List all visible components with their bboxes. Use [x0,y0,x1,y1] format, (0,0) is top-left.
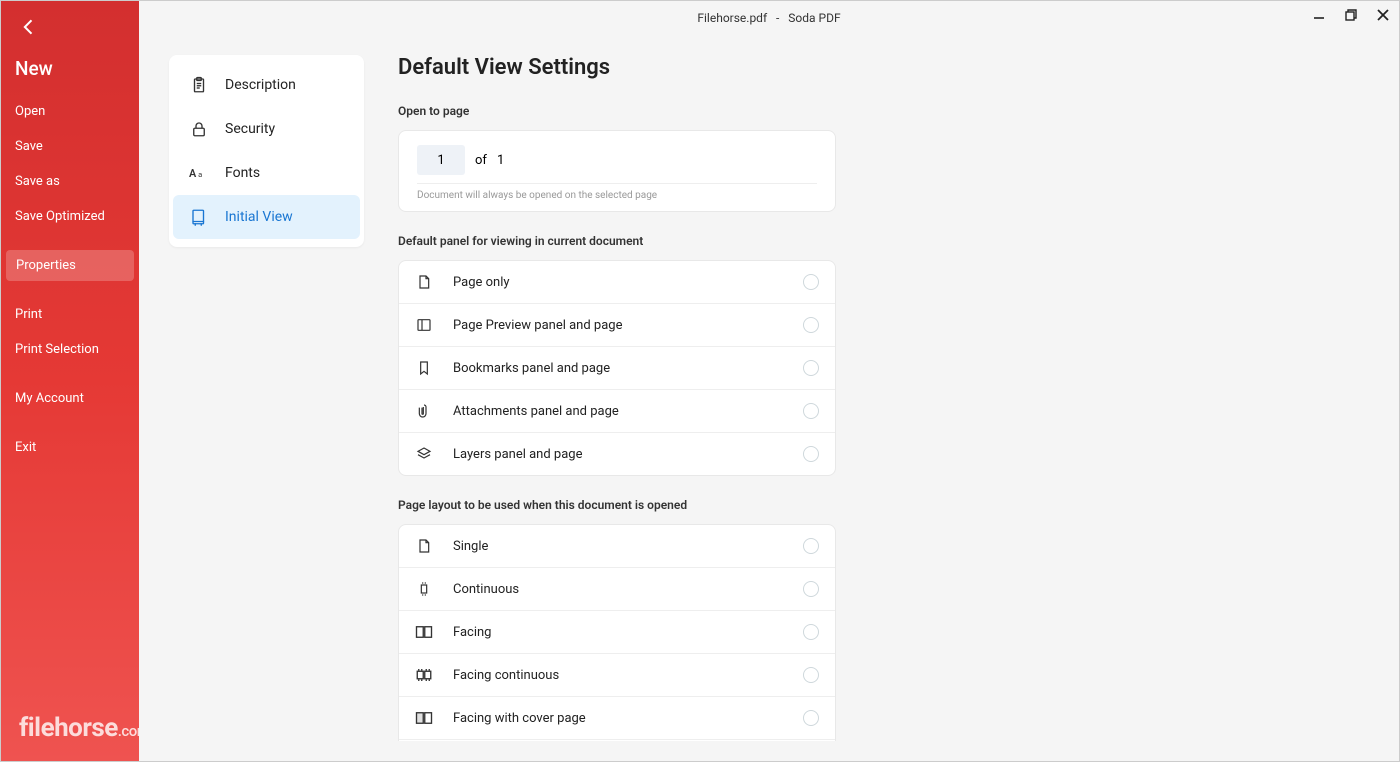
option-attachments[interactable]: Attachments panel and page [399,390,835,433]
bookmark-icon [415,359,433,377]
watermark: filehorse.com [19,713,149,743]
nav-label: Fonts [225,165,260,181]
sidebar-item-new[interactable]: New [1,51,139,94]
option-label: Facing with cover page [453,711,783,726]
back-button[interactable] [15,13,43,41]
option-page-preview[interactable]: Page Preview panel and page [399,304,835,347]
layout-options-card: Single Continuous Facing [398,524,836,741]
option-label: Facing [453,625,783,640]
radio-icon [803,360,819,376]
page-input-row: of 1 [417,145,817,175]
window-title: Filehorse.pdf - Soda PDF [697,11,840,25]
window-controls [1309,5,1393,25]
sidebar-item-exit[interactable]: Exit [1,430,139,465]
option-label: Single [453,539,783,554]
option-label: Facing continuous [453,668,783,683]
maximize-button[interactable] [1341,5,1361,25]
open-to-page-card: of 1 Document will always be opened on t… [398,130,836,212]
layers-icon [415,445,433,463]
main-area: Filehorse.pdf - Soda PDF [139,1,1399,761]
sidebar-item-save-optimized[interactable]: Save Optimized [1,199,139,234]
nav-item-security[interactable]: Security [173,107,360,151]
app-window: New Open Save Save as Save Optimized Pro… [0,0,1400,762]
option-facing-continuous[interactable]: Facing continuous [399,654,835,697]
option-label: Attachments panel and page [453,404,783,419]
page-title: Default View Settings [398,55,1238,80]
nav-item-description[interactable]: Description [173,63,360,107]
option-bookmarks[interactable]: Bookmarks panel and page [399,347,835,390]
facing-icon [415,623,433,641]
option-label: Page Preview panel and page [453,318,783,333]
option-page-only[interactable]: Page only [399,261,835,304]
option-single[interactable]: Single [399,525,835,568]
nav-label: Description [225,77,296,93]
radio-icon [803,403,819,419]
properties-nav: Description Security Aa Fonts [169,55,364,247]
close-button[interactable] [1373,5,1393,25]
continuous-icon [415,580,433,598]
radio-icon [803,317,819,333]
watermark-text: filehorse [19,713,118,743]
nav-item-initial-view[interactable]: Initial View [173,195,360,239]
svg-text:A: A [189,167,197,180]
page-hint: Document will always be opened on the se… [417,183,817,201]
radio-icon [803,446,819,462]
page-number-input[interactable] [417,145,465,175]
sidebar-item-properties[interactable]: Properties [6,250,134,281]
paperclip-icon [415,402,433,420]
sidebar-item-my-account[interactable]: My Account [1,381,139,416]
initial-view-icon [189,207,209,227]
panel-left-icon [415,316,433,334]
sidebar-item-print-selection[interactable]: Print Selection [1,332,139,367]
clipboard-icon [189,75,209,95]
radio-icon [803,624,819,640]
option-label: Continuous [453,582,783,597]
minimize-button[interactable] [1309,5,1329,25]
lock-icon [189,119,209,139]
radio-icon [803,538,819,554]
facing-continuous-icon [415,666,433,684]
nav-item-fonts[interactable]: Aa Fonts [173,151,360,195]
page-total: 1 [497,153,504,168]
settings-panel: Default View Settings Open to page of 1 … [398,55,1248,741]
sidebar: New Open Save Save as Save Optimized Pro… [1,1,139,761]
titlebar: Filehorse.pdf - Soda PDF [139,1,1399,35]
option-label: Page only [453,275,783,290]
nav-label: Initial View [225,209,293,225]
section-label-layout: Page layout to be used when this documen… [398,498,1238,512]
radio-icon [803,710,819,726]
nav-label: Security [225,121,275,137]
svg-text:a: a [198,170,202,179]
sidebar-item-save-as[interactable]: Save as [1,164,139,199]
option-facing[interactable]: Facing [399,611,835,654]
page-icon [415,537,433,555]
facing-cover-icon [415,709,433,727]
section-label-panel: Default panel for viewing in current doc… [398,234,1238,248]
fonts-icon: Aa [189,163,209,183]
sidebar-item-open[interactable]: Open [1,94,139,129]
radio-icon [803,274,819,290]
option-facing-continuous-cover[interactable]: Facing continuous with cover page [399,740,835,741]
content: Description Security Aa Fonts [139,35,1399,761]
radio-icon [803,667,819,683]
option-label: Bookmarks panel and page [453,361,783,376]
option-label: Layers panel and page [453,447,783,462]
of-text: of [475,153,487,168]
option-continuous[interactable]: Continuous [399,568,835,611]
sidebar-item-print[interactable]: Print [1,297,139,332]
section-label-open-page: Open to page [398,104,1238,118]
page-icon [415,273,433,291]
panel-options-card: Page only Page Preview panel and page Bo… [398,260,836,476]
option-facing-cover[interactable]: Facing with cover page [399,697,835,740]
radio-icon [803,581,819,597]
sidebar-item-save[interactable]: Save [1,129,139,164]
option-layers[interactable]: Layers panel and page [399,433,835,475]
